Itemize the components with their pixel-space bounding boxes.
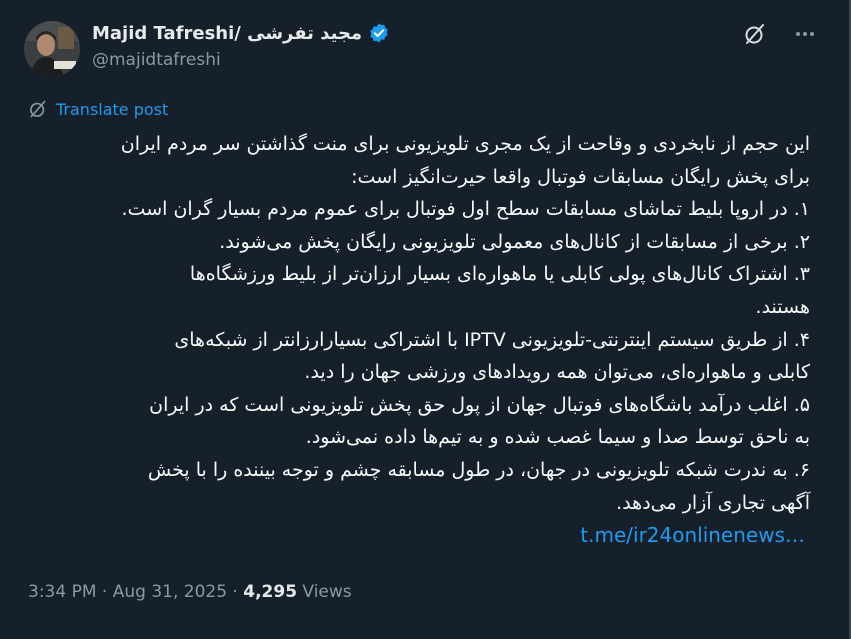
post-actions-top [741, 20, 819, 48]
avatar-image [24, 21, 80, 77]
author-name-row[interactable]: Majid Tafreshi/ مجید تفرشی [92, 20, 390, 46]
post-text-line: هستند. [755, 295, 810, 318]
post-text-line: به ناحق توسط صدا و سیما غصب شده و به تیم… [305, 426, 810, 449]
more-button[interactable] [791, 20, 819, 48]
more-icon [796, 32, 814, 36]
translate-icon [30, 100, 46, 118]
post-meta: 3:34 PM · Aug 31, 2025 · 4,295 Views [28, 582, 352, 602]
author-handle[interactable]: @majidtafreshi [92, 50, 221, 70]
post-text-line: ۱. در اروپا بلیط تماشای مسابقات سطح اول … [121, 198, 810, 221]
grok-icon [745, 24, 764, 44]
post-timestamp[interactable]: 3:34 PM · Aug 31, 2025 [28, 582, 227, 602]
verified-badge-icon [370, 23, 388, 43]
meta-separator: · [96, 582, 113, 602]
author-display-name: Majid Tafreshi/ مجید تفرشی [92, 22, 363, 44]
post-text: این حجم از نابخردی و وقاحت از یک مجری تل… [26, 128, 810, 519]
views-count: 4,295 [243, 582, 298, 602]
avatar[interactable] [24, 21, 80, 77]
post-text-line: آگهی تجاری آزار می‌دهد. [616, 491, 810, 514]
post-text-line: ۳. اشتراک کانال‌های پولی کابلی یا ماهوار… [189, 263, 810, 286]
translate-post-link[interactable]: Translate post [28, 99, 168, 119]
post-time: 3:34 PM [28, 582, 97, 602]
post-card: Majid Tafreshi/ مجید تفرشی @majidtafresh… [0, 0, 851, 639]
translate-post-label: Translate post [56, 99, 169, 119]
post-link[interactable]: t.me/ir24onlinenews… [580, 523, 805, 547]
post-date: Aug 31, 2025 [112, 582, 228, 602]
views-label: Views [297, 582, 352, 602]
post-text-line: ۵. اغلب درآمد باشگاه‌های فوتبال جهان از … [149, 393, 810, 416]
post-text-line: ۲. برخی از مسابقات از کانال‌های معمولی ت… [219, 230, 810, 253]
post-text-line: این حجم از نابخردی و وقاحت از یک مجری تل… [120, 133, 810, 155]
post-text-line: ۴. از طریق سیستم اینترنتی-تلویزیونی IPTV… [174, 328, 810, 351]
post-text-line: کابلی و ماهواره‌ای، می‌توان همه رویدادها… [304, 361, 810, 384]
post-text-line: ۶. به ندرت شبکه تلویزیونی در جهان، در طو… [147, 458, 810, 481]
grok-button[interactable] [741, 20, 769, 48]
meta-separator: · [227, 582, 244, 602]
post-text-line: برای پخش رایگان مسابقات فوتبال واقعا حیر… [351, 165, 810, 188]
